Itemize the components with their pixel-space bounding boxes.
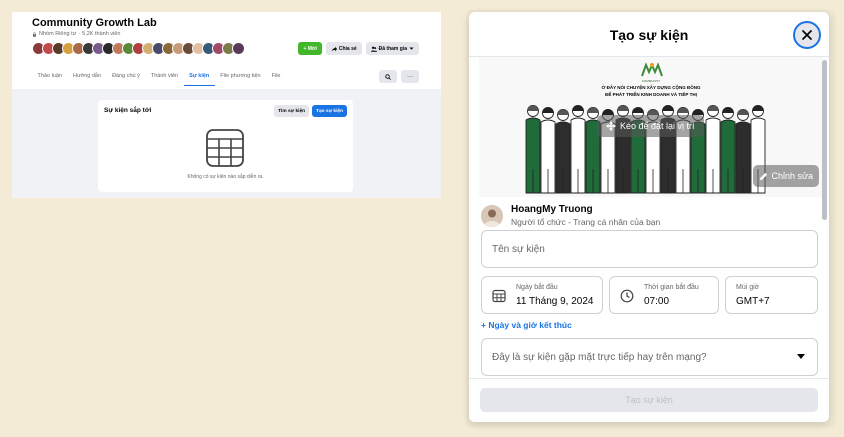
tab-5[interactable]: File phương tiện <box>215 70 266 86</box>
meta-separator: · <box>78 31 81 37</box>
chevron-down-icon <box>409 47 414 50</box>
reposition-hint[interactable]: Kéo để đặt lại vị trí <box>597 115 704 137</box>
member-avatar[interactable] <box>232 42 245 55</box>
timezone-label: Múi giờ <box>736 284 760 291</box>
search-icon <box>385 73 391 80</box>
group-page-card: Community Growth Lab Nhóm Riêng tư · 5,2… <box>12 12 441 198</box>
group-tabs: Thảo luận Hướng dẫn Đáng chú ý Thành viên Sự… <box>32 70 286 86</box>
illustration-person <box>735 109 751 194</box>
tab-1[interactable]: Hướng dẫn <box>67 70 106 86</box>
organizer-info: HoangMy Truong Người tổ chức - Trang cá … <box>481 204 660 227</box>
close-button[interactable] <box>793 21 821 49</box>
edit-cover-label: Chỉnh sửa <box>771 171 813 181</box>
event-name-field[interactable]: Tên sự kiện <box>481 230 818 268</box>
timezone-field[interactable]: Múi giờ GMT+7 <box>725 276 818 314</box>
group-privacy[interactable]: Nhóm Riêng tư <box>39 31 76 37</box>
group-header: Community Growth Lab Nhóm Riêng tư · 5,2… <box>12 12 441 89</box>
community-people-illustration <box>525 105 766 194</box>
caret-down-icon <box>797 354 805 359</box>
more-button[interactable]: ··· <box>401 70 419 83</box>
cover-logo-text: COMMUNITY <box>641 79 661 83</box>
cover-headline-2: ĐỂ PHÁT TRIỂN KINH DOANH VÀ TIẾP THỊ <box>605 92 697 97</box>
pencil-icon <box>760 172 768 180</box>
organizer-role: Người tổ chức - Trang cá nhân của bạn <box>511 217 661 227</box>
share-icon <box>331 46 337 51</box>
reposition-label: Kéo để đặt lại vị trí <box>620 121 695 131</box>
start-time-value: 07:00 <box>644 296 670 307</box>
organizer-avatar[interactable] <box>481 204 503 227</box>
people-icon <box>370 46 377 52</box>
member-avatars[interactable] <box>32 42 245 55</box>
calendar-icon <box>492 289 506 303</box>
upcoming-events-panel: Sự kiện sắp tới Tìm sự kiện Tạo sự kiện … <box>98 100 353 192</box>
start-time-field[interactable]: Thời gian bắt đầu 07:00 <box>609 276 719 314</box>
calendar-empty-icon <box>206 129 244 167</box>
start-date-label: Ngày bắt đầu <box>516 284 558 291</box>
event-name-placeholder: Tên sự kiện <box>492 244 545 255</box>
community-logo-icon <box>641 62 663 77</box>
close-icon <box>802 30 812 40</box>
find-events-button[interactable]: Tìm sự kiện <box>274 105 310 117</box>
avatar-photo <box>481 204 503 227</box>
add-end-datetime-link[interactable]: + Ngày và giờ kết thúc <box>481 320 572 330</box>
group-actions: + Mời Chia sẻ Đã tham gia <box>298 42 419 55</box>
illustration-person <box>555 109 571 194</box>
group-name[interactable]: Community Growth Lab <box>32 17 157 29</box>
joined-label: Đã tham gia <box>378 45 407 52</box>
illustration-person <box>525 105 541 194</box>
dialog-footer: Tạo sự kiện <box>469 378 829 422</box>
search-button[interactable] <box>379 70 397 83</box>
lock-icon <box>33 31 36 37</box>
start-time-label: Thời gian bắt đầu <box>644 284 699 291</box>
illustration-person <box>540 107 556 194</box>
cover-headline-1: Ở ĐÂY NÓI CHUYỆN XÂY DỰNG CỘNG ĐỒNG <box>601 85 701 90</box>
create-event-dialog: Tạo sự kiện COMMUNITY Ở ĐÂY NÓI CHUYỆN X… <box>469 12 829 422</box>
tab-4[interactable]: Sự kiện <box>183 70 215 86</box>
start-date-field[interactable]: Ngày bắt đầu 11 Tháng 9, 2024 <box>481 276 603 314</box>
create-event-submit-button[interactable]: Tạo sự kiện <box>480 388 818 412</box>
dialog-scrollbar[interactable] <box>822 60 827 220</box>
tab-6[interactable]: File <box>266 70 286 86</box>
event-type-select[interactable]: Đây là sự kiện gặp mặt trực tiếp hay trê… <box>481 338 818 376</box>
tab-3[interactable]: Thành viên <box>145 70 183 86</box>
event-cover-photo[interactable]: COMMUNITY Ở ĐÂY NÓI CHUYỆN XÂY DỰNG CỘNG… <box>479 57 823 197</box>
events-title: Sự kiện sắp tới <box>104 107 152 114</box>
move-icon <box>606 121 616 131</box>
dialog-title: Tạo sự kiện <box>609 27 689 43</box>
timezone-value: GMT+7 <box>736 296 770 307</box>
invite-button[interactable]: + Mời <box>298 42 322 55</box>
no-events-text: Không có sự kiện nào sắp diễn ra. <box>187 174 264 180</box>
create-event-button[interactable]: Tạo sự kiện <box>312 105 347 117</box>
group-member-count[interactable]: 5,2K thành viên <box>82 31 120 37</box>
clock-icon <box>620 289 634 303</box>
share-button[interactable]: Chia sẻ <box>325 42 362 55</box>
edit-cover-button[interactable]: Chỉnh sửa <box>753 165 819 187</box>
illustration-person <box>720 107 736 194</box>
organizer-name[interactable]: HoangMy Truong <box>511 204 660 215</box>
illustration-person <box>705 105 721 194</box>
event-type-placeholder: Đây là sự kiện gặp mặt trực tiếp hay trê… <box>492 352 707 363</box>
tab-2[interactable]: Đáng chú ý <box>107 70 146 86</box>
group-meta: Nhóm Riêng tư · 5,2K thành viên <box>32 31 120 37</box>
joined-button[interactable]: Đã tham gia <box>365 42 419 55</box>
events-actions: Tìm sự kiện Tạo sự kiện <box>274 105 347 117</box>
tab-0[interactable]: Thảo luận <box>32 70 67 86</box>
tab-tools: ··· <box>379 70 419 83</box>
illustration-person <box>570 105 586 194</box>
start-date-value: 11 Tháng 9, 2024 <box>516 296 594 307</box>
dialog-header: Tạo sự kiện <box>469 12 829 57</box>
share-label: Chia sẻ <box>338 45 357 52</box>
